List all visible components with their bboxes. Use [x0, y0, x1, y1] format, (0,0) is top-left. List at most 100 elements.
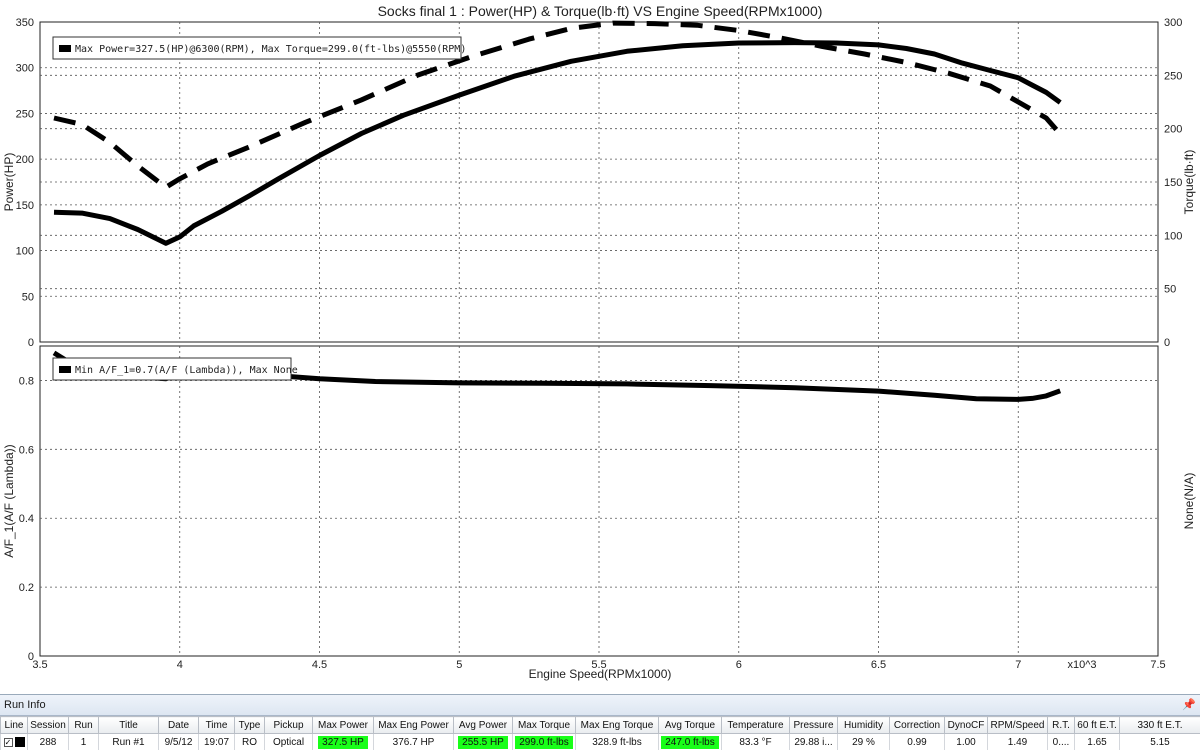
run-info-panel-header: Run Info 📌: [0, 694, 1200, 716]
column-header[interactable]: Run: [68, 716, 99, 734]
run-cell: 1: [68, 733, 99, 750]
max-torque-value: 299.0 ft-lbs: [515, 735, 573, 749]
none-axis-label: None(N/A): [1182, 473, 1196, 530]
time-cell: 19:07: [198, 733, 235, 750]
line-cell[interactable]: ✓: [0, 733, 28, 750]
x-tick-label: 7: [1015, 659, 1021, 671]
power-tick-label: 150: [16, 200, 34, 212]
dyno-app-window: Socks final 1 : Power(HP) & Torque(lb·ft…: [0, 0, 1200, 750]
af-legend: Min A/F_1=0.7(A/F (Lambda)), Max None: [52, 357, 298, 381]
legend-text: Min A/F_1=0.7(A/F (Lambda)), Max None: [75, 365, 298, 376]
pressure-cell: 29.88 i...: [789, 733, 838, 750]
dynocf-cell: 1.00: [944, 733, 988, 750]
avg-torque-value: 247.0 ft-lbs: [661, 735, 719, 749]
temperature-cell: 83.3 °F: [721, 733, 790, 750]
power-tick-label: 200: [16, 154, 34, 166]
column-header[interactable]: Correction: [889, 716, 945, 734]
column-header[interactable]: Title: [98, 716, 159, 734]
column-header[interactable]: Pressure: [789, 716, 838, 734]
x-tick-label: 6: [736, 659, 742, 671]
power-tick-label: 0: [28, 337, 34, 349]
chart-title: Socks final 1 : Power(HP) & Torque(lb·ft…: [378, 3, 823, 19]
max-eng-power-cell: 376.7 HP: [373, 733, 454, 750]
max-eng-torque-cell: 328.9 ft-lbs: [575, 733, 659, 750]
af-tick-label: 0.2: [19, 582, 34, 594]
torque-tick-label: 50: [1164, 284, 1176, 296]
column-header[interactable]: RPM/Speed: [987, 716, 1048, 734]
torque-axis-label: Torque(lb·ft): [1182, 150, 1196, 215]
max-torque-cell: 299.0 ft-lbs: [512, 733, 576, 750]
date-cell: 9/5/12: [158, 733, 199, 750]
af-tick-label: 0.8: [19, 375, 34, 387]
column-header[interactable]: Date: [158, 716, 199, 734]
et330-cell: 5.15: [1119, 733, 1200, 750]
avg-power-value: 255.5 HP: [458, 735, 508, 749]
torque-tick-label: 100: [1164, 230, 1182, 242]
af-tick-label: 0.4: [19, 513, 34, 525]
max-power-value: 327.5 HP: [318, 735, 368, 749]
max-power-cell: 327.5 HP: [312, 733, 374, 750]
dyno-chart-area: Socks final 1 : Power(HP) & Torque(lb·ft…: [2, 3, 1196, 681]
column-header[interactable]: Line: [0, 716, 28, 734]
rt-cell: 0....: [1047, 733, 1075, 750]
af-tick-label: 0.6: [19, 444, 34, 456]
torque-tick-label: 150: [1164, 177, 1182, 189]
run-info-title: Run Info: [4, 699, 46, 711]
x-tick-label: 6.5: [871, 659, 886, 671]
line-checkbox[interactable]: ✓: [3, 737, 13, 747]
column-header[interactable]: Pickup: [264, 716, 313, 734]
x-tick-label: 4: [177, 659, 183, 671]
legend-swatch: [59, 366, 71, 373]
torque-tick-label: 200: [1164, 124, 1182, 136]
session-cell: 288: [27, 733, 69, 750]
column-header[interactable]: Max Eng Power: [373, 716, 454, 734]
torque-tick-label: 300: [1164, 17, 1182, 29]
column-header[interactable]: R.T.: [1047, 716, 1075, 734]
table-row[interactable]: ✓ 288 1 Run #1 9/5/12 19:07 RO Optical 3…: [0, 733, 1200, 750]
power-torque-legend: Max Power=327.5(HP)@6300(RPM), Max Torqu…: [52, 36, 466, 60]
et60-cell: 1.65: [1074, 733, 1120, 750]
column-header[interactable]: Max Power: [312, 716, 374, 734]
legend-text: Max Power=327.5(HP)@6300(RPM), Max Torqu…: [75, 44, 466, 55]
humidity-cell: 29 %: [837, 733, 890, 750]
power-tick-label: 300: [16, 63, 34, 75]
x-tick-label: 4.5: [312, 659, 327, 671]
legend-swatch: [59, 45, 71, 52]
avg-power-cell: 255.5 HP: [453, 733, 513, 750]
column-header[interactable]: DynoCF: [944, 716, 988, 734]
power-tick-label: 50: [22, 291, 34, 303]
column-header[interactable]: Avg Torque: [658, 716, 722, 734]
power-tick-label: 250: [16, 108, 34, 120]
run-table-header-row: Line Session Run Title Date Time Type Pickup Max…: [0, 716, 1200, 734]
x-tick-label: 3.5: [32, 659, 47, 671]
column-header[interactable]: 330 ft E.T.: [1119, 716, 1200, 734]
power-axis-label: Power(HP): [2, 153, 16, 212]
correction-cell: 0.99: [889, 733, 945, 750]
power-tick-label: 350: [16, 17, 34, 29]
pickup-cell: Optical: [264, 733, 313, 750]
type-cell: RO: [234, 733, 265, 750]
title-cell: Run #1: [98, 733, 159, 750]
column-header[interactable]: Time: [198, 716, 235, 734]
column-header[interactable]: Session: [27, 716, 69, 734]
x-unit-label: x10^3: [1067, 659, 1096, 671]
run-info-table: Line Session Run Title Date Time Type Pickup Max…: [0, 716, 1200, 750]
avg-torque-cell: 247.0 ft-lbs: [658, 733, 722, 750]
column-header[interactable]: Humidity: [837, 716, 890, 734]
column-header[interactable]: Max Torque: [512, 716, 576, 734]
column-header[interactable]: Temperature: [721, 716, 790, 734]
line-color-swatch[interactable]: [14, 737, 25, 747]
torque-tick-label: 0: [1164, 337, 1170, 349]
column-header[interactable]: Avg Power: [453, 716, 513, 734]
column-header[interactable]: Max Eng Torque: [575, 716, 659, 734]
pin-icon[interactable]: 📌: [1182, 698, 1196, 712]
rpm-speed-cell: 1.49: [987, 733, 1048, 750]
column-header[interactable]: Type: [234, 716, 265, 734]
x-tick-label: 5: [456, 659, 462, 671]
x-axis-label: Engine Speed(RPMx1000): [529, 667, 672, 681]
torque-tick-label: 250: [1164, 70, 1182, 82]
power-tick-label: 100: [16, 246, 34, 258]
af-axis-label: A/F_1(A/F (Lambda)): [2, 444, 16, 557]
x-tick-label: 7.5: [1150, 659, 1165, 671]
column-header[interactable]: 60 ft E.T.: [1074, 716, 1120, 734]
